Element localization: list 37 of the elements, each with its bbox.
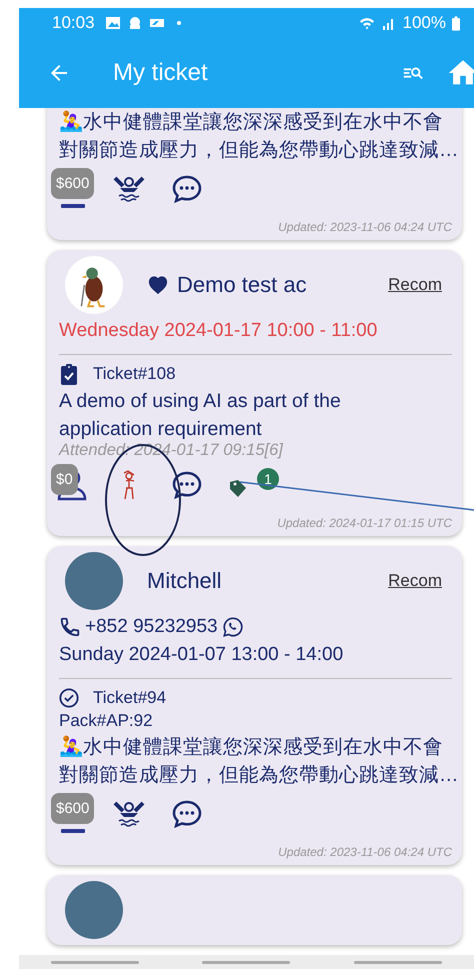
status-time: 10:03 xyxy=(52,13,95,33)
updated-time: Updated: 2023-11-06 04:24 UTC xyxy=(277,220,452,234)
nav-handle[interactable] xyxy=(50,960,139,964)
price-badge: $600 xyxy=(51,793,94,824)
session-date: Wednesday 2024-01-17 10:00 - 11:00 xyxy=(59,319,378,343)
screen-title: My ticket xyxy=(113,59,208,87)
phone-icon[interactable] xyxy=(59,616,81,638)
phone-number[interactable]: +852 95232953 xyxy=(85,616,218,638)
whatsapp-icon[interactable] xyxy=(222,616,244,638)
price-badge: $600 xyxy=(51,168,94,199)
ticket-number: Ticket#108 xyxy=(93,364,176,384)
recom-link[interactable]: Recom xyxy=(388,571,442,591)
ticket-description: A demo of using AI as part of the application requirement xyxy=(59,389,342,442)
ticket-card[interactable]: Mitchell Recom +852 95232953 Sunday 2024-01-07 13:00 - 14:00 Ticket#94 Pack#AP:92 🤽‍♀水中健體課堂讓您深深感受到在水中不會 對關節造成壓力，但能為您帶動心跳達致減… $600 Updated: 2023-11-06 04:24 UTC xyxy=(47,546,462,865)
nav-handle[interactable] xyxy=(354,960,442,964)
notification-dot xyxy=(176,21,181,25)
price-badge: $0 xyxy=(51,464,78,495)
ticket-card[interactable] xyxy=(47,875,462,945)
updated-time: Updated: 2023-11-06 04:24 UTC xyxy=(277,845,452,859)
check-circle-icon xyxy=(59,687,79,709)
recom-link[interactable]: Recom xyxy=(388,275,442,295)
duck-avatar-drawing xyxy=(65,256,123,314)
battery-level: 100% xyxy=(402,13,446,33)
nav-handle[interactable] xyxy=(202,960,290,964)
pack-number: Pack#AP:92 xyxy=(59,711,154,731)
customer-name: Mitchell xyxy=(147,568,222,594)
clipboard-check-icon xyxy=(59,363,79,385)
ticket-card[interactable]: 🤽‍♀水中健體課堂讓您深深感受到在水中不會 對關節造成壓力，但能為您帶動心跳達致減… $600 Updated: 2023-11-06 04:24 UTC xyxy=(47,108,462,240)
session-date: Sunday 2024-01-07 13:00 - 14:00 xyxy=(59,643,344,667)
count-badge: 1 xyxy=(257,468,279,490)
battery-icon xyxy=(452,16,460,30)
image-icon xyxy=(104,16,121,30)
wifi-icon xyxy=(358,16,375,30)
customer-name: Demo test ac xyxy=(177,272,307,298)
updated-time: Updated: 2024-01-17 01:15 UTC xyxy=(276,516,452,530)
heart-icon[interactable] xyxy=(147,275,169,295)
ticket-number: Ticket#94 xyxy=(93,688,166,708)
